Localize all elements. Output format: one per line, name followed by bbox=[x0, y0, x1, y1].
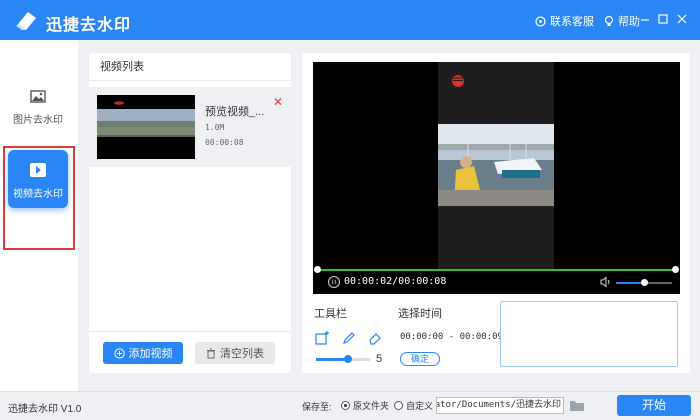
start-button[interactable]: 开始 bbox=[617, 395, 691, 416]
nav-label: 图片去水印 bbox=[13, 115, 63, 126]
nav-video-watermark[interactable]: 视频去水印 bbox=[8, 150, 68, 208]
volume-knob[interactable] bbox=[641, 279, 648, 286]
player-controls: 00:00:02/00:00:08 bbox=[313, 275, 680, 293]
save-path-input[interactable]: istrator/Documents/迅捷去水印 bbox=[436, 397, 564, 414]
remove-video-icon[interactable]: ✕ bbox=[273, 95, 283, 109]
brush-size-value: 5 bbox=[376, 353, 383, 365]
editor-panel: 00:00:02/00:00:08 工具栏 5 选择时间 00:00:00 - … bbox=[302, 53, 690, 373]
headset-icon bbox=[535, 15, 546, 27]
close-icon[interactable] bbox=[675, 12, 689, 26]
progress-bar[interactable] bbox=[314, 266, 679, 273]
progress-end-handle[interactable] bbox=[672, 266, 679, 273]
progress-handle[interactable] bbox=[314, 266, 321, 273]
video-player[interactable]: 00:00:02/00:00:08 bbox=[313, 62, 680, 294]
radio-custom-folder[interactable]: 自定义 bbox=[394, 399, 433, 412]
volume-icon[interactable] bbox=[600, 276, 612, 288]
trash-icon bbox=[207, 348, 215, 358]
radio-original-folder[interactable]: 原文件夹 bbox=[341, 399, 389, 412]
video-duration: 00:00:08 bbox=[205, 138, 244, 147]
support-label: 联系客服 bbox=[550, 16, 594, 28]
minimize-icon[interactable] bbox=[638, 12, 652, 26]
image-icon bbox=[30, 90, 46, 103]
help-label: 帮助 bbox=[618, 16, 640, 28]
radio-label: 自定义 bbox=[406, 401, 434, 411]
video-thumbnail bbox=[97, 95, 195, 159]
list-item[interactable]: 预览视频_... 1.0M 00:00:08 ✕ bbox=[89, 87, 291, 167]
clear-list-label: 清空列表 bbox=[220, 348, 264, 360]
time-range-input[interactable]: 00:00:00 - 00:00:09 bbox=[400, 332, 503, 342]
play-icon bbox=[30, 163, 46, 177]
time-segment-box[interactable] bbox=[500, 301, 678, 367]
list-footer: 添加视频 清空列表 bbox=[89, 331, 291, 373]
plus-circle-icon bbox=[113, 347, 125, 359]
title-bar: 迅捷去水印 联系客服 帮助 bbox=[0, 0, 700, 40]
help-button[interactable]: 帮助 bbox=[604, 13, 640, 29]
eraser-icon[interactable] bbox=[367, 330, 383, 346]
playback-time: 00:00:02/00:00:08 bbox=[344, 276, 447, 287]
maximize-icon[interactable] bbox=[656, 12, 670, 26]
nav-label: 视频去水印 bbox=[13, 189, 63, 200]
pause-icon[interactable] bbox=[328, 276, 340, 288]
eraser-logo-icon bbox=[16, 12, 36, 30]
time-select-title: 选择时间 bbox=[398, 308, 442, 320]
confirm-button[interactable]: 确定 bbox=[400, 352, 440, 366]
radio-dot bbox=[341, 401, 350, 410]
video-size: 1.0M bbox=[205, 123, 225, 132]
radio-label: 原文件夹 bbox=[353, 401, 390, 411]
folder-icon[interactable] bbox=[569, 398, 585, 412]
clear-list-button[interactable]: 清空列表 bbox=[195, 342, 275, 364]
volume-slider[interactable] bbox=[616, 279, 672, 286]
radio-dot bbox=[394, 401, 403, 410]
nav-image-watermark[interactable]: 图片去水印 bbox=[8, 78, 68, 140]
app-title: 迅捷去水印 bbox=[46, 17, 132, 34]
pen-icon[interactable] bbox=[341, 330, 357, 346]
brush-size-slider[interactable] bbox=[316, 355, 370, 363]
select-rect-icon[interactable] bbox=[314, 330, 330, 346]
add-video-button[interactable]: 添加视频 bbox=[103, 342, 183, 364]
version-label: 迅捷去水印 V1.0 bbox=[8, 404, 82, 415]
save-to-label: 保存至: bbox=[302, 402, 332, 412]
video-frame bbox=[438, 62, 554, 269]
support-button[interactable]: 联系客服 bbox=[535, 13, 594, 29]
toolbar-title: 工具栏 bbox=[314, 308, 347, 320]
lightbulb-icon bbox=[604, 15, 614, 26]
video-list-panel: 视频列表 预览视频_... 1.0M 00:00:08 ✕ 添加视频 清空列表 bbox=[89, 53, 291, 373]
brush-size-knob[interactable] bbox=[344, 355, 352, 363]
video-list-header: 视频列表 bbox=[89, 53, 291, 81]
add-video-label: 添加视频 bbox=[128, 348, 173, 360]
video-name: 预览视频_... bbox=[205, 106, 265, 118]
footer-bar: 迅捷去水印 V1.0 保存至: 原文件夹 自定义 istrator/Docume… bbox=[0, 391, 700, 420]
volume-fill bbox=[616, 282, 644, 284]
